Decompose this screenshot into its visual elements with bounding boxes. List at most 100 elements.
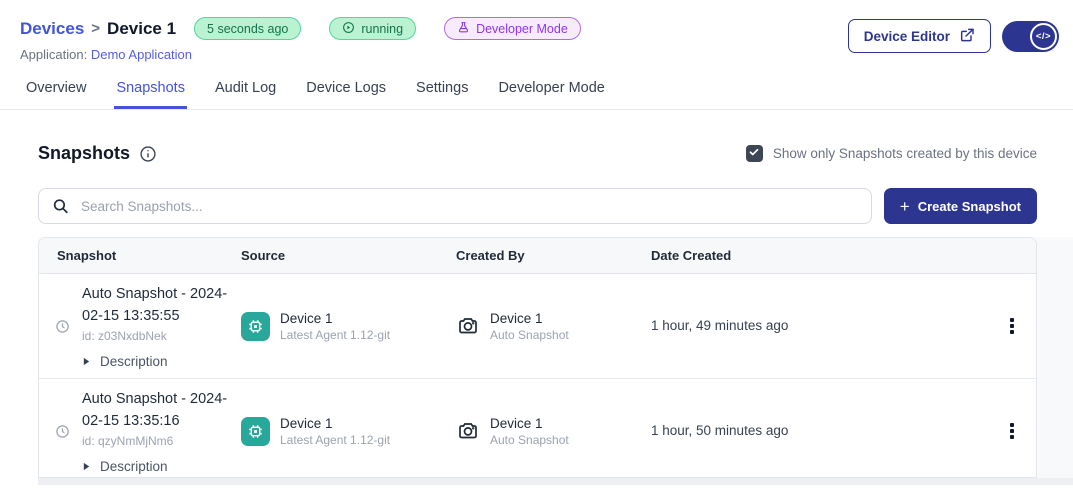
source-device-name: Device 1: [280, 311, 390, 326]
breadcrumb-devices-link[interactable]: Devices: [20, 19, 84, 39]
source-device-name: Device 1: [280, 416, 390, 431]
snapshot-info: Auto Snapshot - 2024-02-15 13:35:16 id: …: [82, 388, 234, 475]
created-by-type: Auto Snapshot: [490, 328, 569, 342]
snapshots-table-wrapper: Snapshot Source Created By Date Created …: [38, 237, 1073, 485]
cpu-chip-icon: [241, 312, 270, 341]
last-seen-badge-label: 5 seconds ago: [207, 22, 288, 36]
source-agent-version: Latest Agent 1.12-git: [280, 328, 390, 342]
created-by-cell: Device 1 Auto Snapshot: [456, 311, 651, 342]
created-by-name: Device 1: [490, 311, 569, 326]
source-cell: Device 1 Latest Agent 1.12-git: [241, 416, 456, 447]
tab-overview[interactable]: Overview: [24, 72, 88, 109]
date-created-cell: 1 hour, 49 minutes ago: [651, 317, 988, 335]
description-toggle-label: Description: [100, 354, 168, 369]
breadcrumb-current-device: Device 1: [107, 19, 176, 39]
flask-icon: [457, 21, 470, 37]
tab-audit-log[interactable]: Audit Log: [213, 72, 278, 109]
snapshot-id: id: qzyNmMjNm6: [82, 434, 234, 448]
header-left: Devices > Device 1 5 seconds ago running: [20, 17, 581, 62]
actions-cell: [988, 312, 1036, 340]
column-header-created-by: Created By: [456, 248, 651, 263]
description-toggle-label: Description: [100, 459, 168, 474]
created-by-cell: Device 1 Auto Snapshot: [456, 416, 651, 447]
created-by-info: Device 1 Auto Snapshot: [490, 311, 569, 342]
snapshot-id: id: z03NxdbNek: [82, 329, 234, 343]
search-box: [38, 188, 872, 224]
clock-icon: [55, 424, 70, 475]
filter-checkbox[interactable]: [746, 145, 763, 162]
description-toggle[interactable]: Description: [82, 354, 234, 369]
date-created-cell: 1 hour, 50 minutes ago: [651, 422, 988, 440]
page-header: Devices > Device 1 5 seconds ago running: [0, 0, 1073, 62]
developer-mode-badge: Developer Mode: [444, 17, 581, 40]
search-input[interactable]: [38, 188, 872, 224]
source-agent-version: Latest Agent 1.12-git: [280, 433, 390, 447]
header-actions: Device Editor </>: [848, 17, 1059, 53]
cpu-chip-icon: [241, 417, 270, 446]
created-by-name: Device 1: [490, 416, 569, 431]
create-snapshot-label: Create Snapshot: [918, 199, 1021, 214]
snapshot-info: Auto Snapshot - 2024-02-15 13:35:55 id: …: [82, 283, 234, 370]
source-info: Device 1 Latest Agent 1.12-git: [280, 311, 390, 342]
device-editor-button[interactable]: Device Editor: [848, 19, 991, 53]
snapshot-title: Auto Snapshot - 2024-02-15 13:35:55: [82, 283, 234, 328]
column-header-source: Source: [241, 248, 456, 263]
column-header-snapshot: Snapshot: [39, 248, 241, 263]
tab-bar: Overview Snapshots Audit Log Device Logs…: [0, 72, 1073, 110]
play-circle-icon: [342, 21, 355, 37]
description-toggle[interactable]: Description: [82, 459, 234, 474]
breadcrumb-separator: >: [91, 20, 100, 37]
status-badges: 5 seconds ago running Developer Mode: [194, 17, 581, 40]
plus-icon: +: [900, 198, 910, 215]
table-row: Auto Snapshot - 2024-02-15 13:35:16 id: …: [39, 379, 1036, 478]
horizontal-scrollbar[interactable]: [38, 478, 1073, 485]
source-cell: Device 1 Latest Agent 1.12-git: [241, 311, 456, 342]
application-link[interactable]: Demo Application: [91, 47, 192, 62]
actions-cell: [988, 417, 1036, 445]
device-editor-label: Device Editor: [864, 29, 950, 44]
triangle-right-icon: [82, 354, 91, 369]
page-title: Snapshots: [38, 143, 130, 164]
breadcrumb: Devices > Device 1 5 seconds ago running: [20, 17, 581, 40]
date-created-value: 1 hour, 49 minutes ago: [651, 318, 788, 333]
table-header-row: Snapshot Source Created By Date Created: [39, 238, 1036, 274]
search-row: + Create Snapshot: [38, 188, 1037, 224]
filter-device-snapshots[interactable]: Show only Snapshots created by this devi…: [746, 145, 1037, 162]
tab-device-logs[interactable]: Device Logs: [304, 72, 388, 109]
create-snapshot-button[interactable]: + Create Snapshot: [884, 188, 1037, 224]
section-title: Snapshots: [38, 143, 157, 164]
snapshots-table: Snapshot Source Created By Date Created …: [38, 237, 1037, 478]
tab-developer-mode[interactable]: Developer Mode: [496, 72, 606, 109]
external-link-icon: [959, 27, 975, 46]
camera-icon: [456, 314, 480, 338]
info-icon[interactable]: [139, 145, 157, 163]
kebab-menu-icon[interactable]: [1004, 312, 1020, 340]
snapshot-cell: Auto Snapshot - 2024-02-15 13:35:55 id: …: [39, 283, 241, 370]
source-info: Device 1 Latest Agent 1.12-git: [280, 416, 390, 447]
table-row: Auto Snapshot - 2024-02-15 13:35:55 id: …: [39, 274, 1036, 379]
camera-icon: [456, 419, 480, 443]
running-status-label: running: [361, 22, 403, 36]
snapshot-cell: Auto Snapshot - 2024-02-15 13:35:16 id: …: [39, 388, 241, 475]
tab-settings[interactable]: Settings: [414, 72, 470, 109]
triangle-right-icon: [82, 459, 91, 474]
application-label: Application:: [20, 47, 87, 62]
snapshots-section-head: Snapshots Show only Snapshots created by…: [38, 143, 1037, 164]
running-status-badge: running: [329, 17, 416, 40]
last-seen-badge: 5 seconds ago: [194, 17, 301, 40]
created-by-info: Device 1 Auto Snapshot: [490, 416, 569, 447]
check-icon: [748, 145, 760, 163]
filter-label: Show only Snapshots created by this devi…: [773, 146, 1037, 161]
date-created-value: 1 hour, 50 minutes ago: [651, 423, 788, 438]
snapshot-title: Auto Snapshot - 2024-02-15 13:35:16: [82, 388, 234, 433]
device-detail-page: Devices > Device 1 5 seconds ago running: [0, 0, 1073, 493]
clock-icon: [55, 319, 70, 370]
developer-mode-toggle[interactable]: </>: [1002, 21, 1059, 52]
column-header-date-created: Date Created: [651, 248, 988, 263]
application-row: Application: Demo Application: [20, 47, 581, 62]
developer-mode-badge-label: Developer Mode: [476, 22, 568, 36]
code-icon: </>: [1030, 23, 1057, 50]
tab-snapshots[interactable]: Snapshots: [114, 72, 187, 109]
created-by-type: Auto Snapshot: [490, 433, 569, 447]
kebab-menu-icon[interactable]: [1004, 417, 1020, 445]
